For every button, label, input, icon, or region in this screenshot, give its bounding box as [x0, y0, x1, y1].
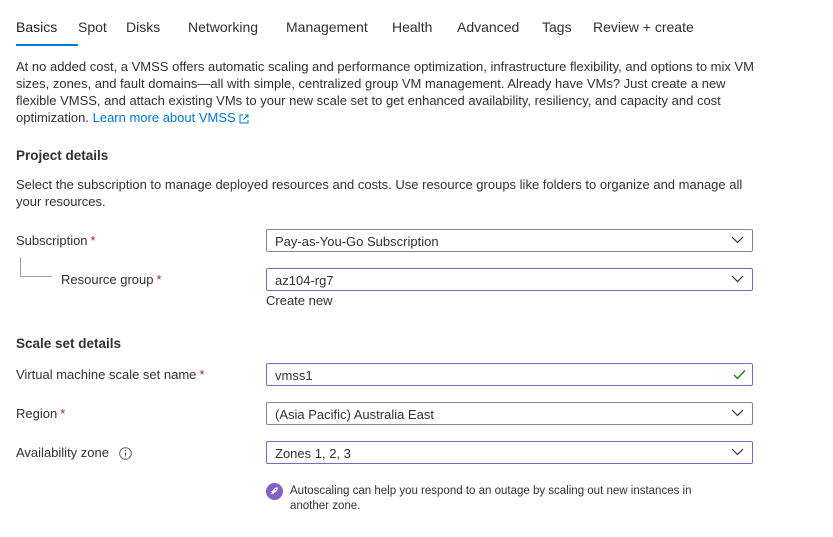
resource-group-value: az104-rg7 — [275, 273, 334, 288]
region-value: (Asia Pacific) Australia East — [275, 407, 434, 422]
region-label: Region * — [16, 406, 66, 421]
chevron-down-icon — [731, 275, 744, 283]
tree-connector — [20, 257, 52, 277]
intro-paragraph: At no added cost, a VMSS offers automati… — [16, 58, 761, 126]
tab-tags[interactable]: Tags — [542, 16, 593, 46]
subscription-value: Pay-as-You-Go Subscription — [275, 234, 439, 249]
required-mark: * — [156, 272, 162, 287]
region-dropdown[interactable]: (Asia Pacific) Australia East — [266, 402, 753, 425]
tab-disks[interactable]: Disks — [126, 16, 188, 46]
create-new-link[interactable]: Create new — [266, 293, 332, 308]
chevron-down-icon — [731, 409, 744, 417]
rocket-icon — [266, 483, 283, 500]
external-link-icon — [239, 114, 249, 124]
tab-spot[interactable]: Spot — [78, 16, 126, 46]
checkmark-icon — [733, 370, 746, 380]
scale-set-name-field[interactable] — [266, 363, 753, 386]
tab-health[interactable]: Health — [392, 16, 457, 46]
tab-advanced[interactable]: Advanced — [457, 16, 542, 46]
chevron-down-icon — [731, 448, 744, 456]
project-details-title: Project details — [16, 148, 109, 163]
info-icon[interactable] — [119, 447, 132, 460]
required-mark: * — [90, 233, 96, 248]
autoscaling-note-text: Autoscaling can help you respond to an o… — [290, 485, 692, 512]
tab-basics[interactable]: Basics — [16, 16, 78, 46]
tab-management[interactable]: Management — [286, 16, 392, 46]
learn-more-link[interactable]: Learn more about VMSS — [93, 110, 249, 125]
project-details-description: Select the subscription to manage deploy… — [16, 177, 743, 209]
availability-zone-label: Availability zone — [16, 445, 132, 460]
scale-set-details-title: Scale set details — [16, 336, 122, 351]
subscription-dropdown[interactable]: Pay-as-You-Go Subscription — [266, 229, 753, 252]
required-mark: * — [199, 367, 205, 382]
scale-set-name-label: Virtual machine scale set name * — [16, 367, 205, 382]
tab-bar: Basics Spot Disks Networking Management … — [16, 16, 703, 46]
availability-zone-dropdown[interactable]: Zones 1, 2, 3 — [266, 441, 753, 464]
tab-review-create[interactable]: Review + create — [593, 16, 703, 46]
resource-group-label: Resource group * — [61, 272, 162, 287]
scale-set-name-input[interactable] — [275, 368, 715, 383]
subscription-label: Subscription * — [16, 233, 96, 248]
tab-networking[interactable]: Networking — [188, 16, 286, 46]
availability-zone-value: Zones 1, 2, 3 — [275, 446, 351, 461]
chevron-down-icon — [731, 236, 744, 244]
resource-group-dropdown[interactable]: az104-rg7 — [266, 268, 753, 291]
required-mark: * — [60, 406, 66, 421]
